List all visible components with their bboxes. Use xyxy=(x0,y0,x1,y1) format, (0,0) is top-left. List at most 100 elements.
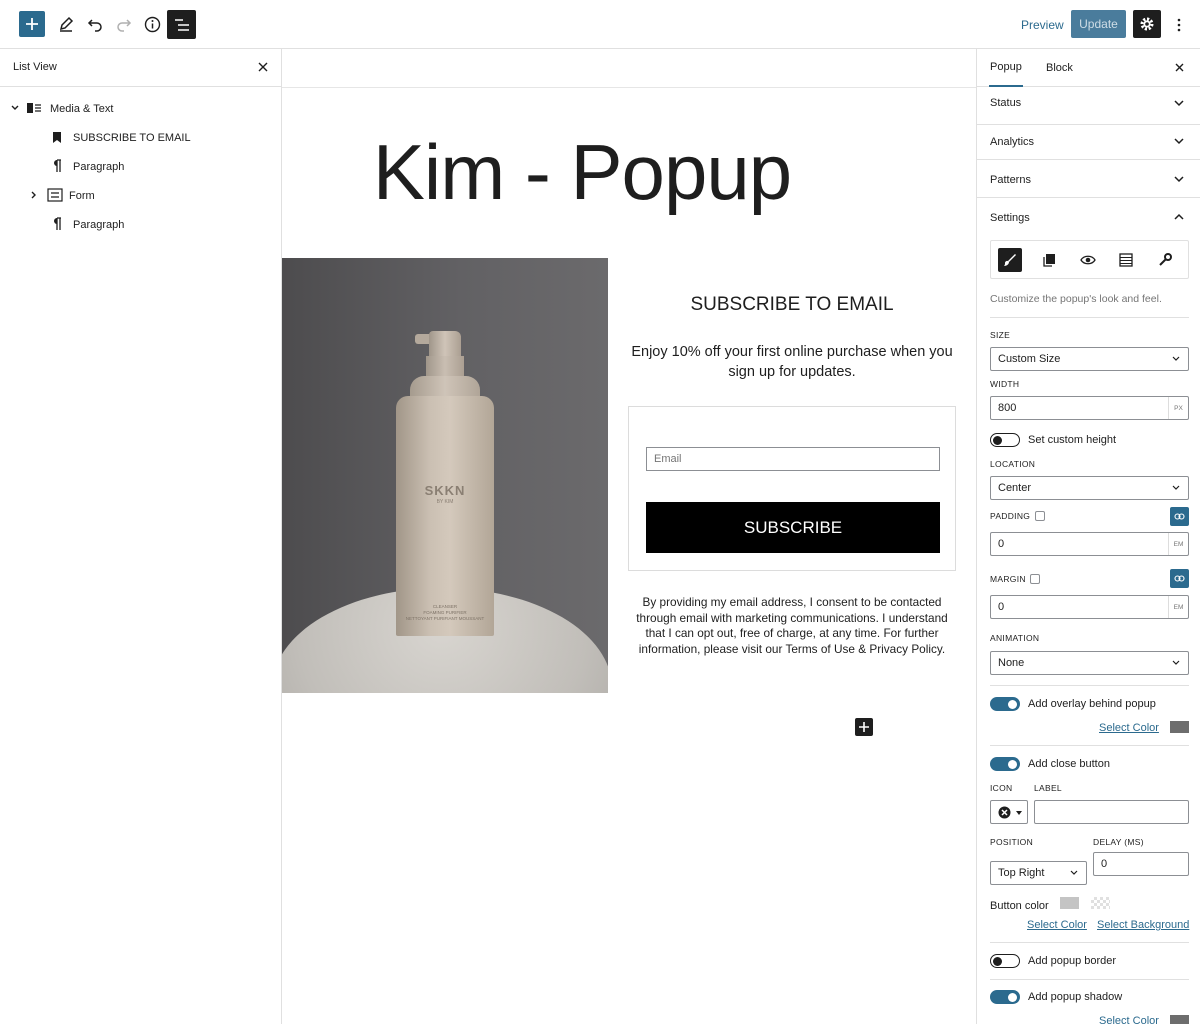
chevron-down-icon[interactable] xyxy=(11,105,19,111)
custom-height-toggle[interactable] xyxy=(990,433,1020,447)
brush-icon xyxy=(1004,254,1016,266)
margin-input[interactable]: 0 EM xyxy=(990,595,1189,619)
position-select[interactable]: Top Right xyxy=(990,861,1087,885)
panel-patterns[interactable]: Patterns xyxy=(977,160,1200,198)
location-select[interactable]: Center xyxy=(990,476,1189,500)
size-select[interactable]: Custom Size xyxy=(990,347,1189,371)
location-label: LOCATION xyxy=(990,459,1036,469)
list-item-label: Paragraph xyxy=(73,218,125,231)
tab-popup[interactable]: Popup xyxy=(989,49,1023,87)
visibility-tab[interactable] xyxy=(1076,248,1100,272)
preview-button[interactable]: Preview xyxy=(1012,12,1073,38)
details-button[interactable] xyxy=(138,10,166,38)
close-icon[interactable] xyxy=(256,60,270,74)
panel-title: Patterns xyxy=(990,174,1031,186)
margin-sides-icon[interactable] xyxy=(1030,574,1040,584)
button-select-background-link[interactable]: Select Background xyxy=(1097,919,1189,931)
padding-value: 0 xyxy=(998,538,1005,550)
product-image[interactable]: SKKN BY KIM CLEANSER FOAMING PURIFIER NE… xyxy=(282,258,608,693)
settings-button[interactable] xyxy=(1133,10,1161,38)
padding-sides-icon[interactable] xyxy=(1035,511,1045,521)
settings-description: Customize the popup's look and feel. xyxy=(990,293,1162,305)
delay-input[interactable]: 0 xyxy=(1093,852,1189,876)
info-icon xyxy=(144,16,160,32)
size-value: Custom Size xyxy=(998,353,1061,365)
divider xyxy=(990,317,1189,318)
close-circle-icon xyxy=(998,806,1011,819)
border-toggle[interactable] xyxy=(990,954,1020,968)
subscribe-description[interactable]: Enjoy 10% off your first online purchase… xyxy=(628,342,956,382)
button-select-color-link[interactable]: Select Color xyxy=(1027,919,1087,931)
plus-icon xyxy=(26,18,38,30)
subscribe-button[interactable]: SUBSCRIBE xyxy=(646,502,940,553)
list-item-paragraph[interactable]: Paragraph xyxy=(0,152,281,181)
update-button[interactable]: Update xyxy=(1071,10,1126,38)
advanced-tab[interactable] xyxy=(1153,248,1177,272)
list-item-paragraph[interactable]: Paragraph xyxy=(0,210,281,239)
panel-settings[interactable]: Settings xyxy=(977,198,1200,236)
button-color-swatch[interactable] xyxy=(1060,897,1079,909)
overlay-color-swatch[interactable] xyxy=(1170,721,1189,733)
shadow-color-swatch[interactable] xyxy=(1170,1015,1189,1024)
margin-link-button[interactable] xyxy=(1170,569,1189,588)
overlay-toggle[interactable] xyxy=(990,697,1020,711)
list-view-title: List View xyxy=(13,61,57,73)
close-label-input[interactable] xyxy=(1034,800,1189,824)
margin-label: MARGIN xyxy=(990,574,1026,584)
media-text-icon xyxy=(27,103,41,113)
tab-block[interactable]: Block xyxy=(1046,49,1073,87)
list-item-subscribe-heading[interactable]: SUBSCRIBE TO EMAIL xyxy=(0,123,281,152)
subscribe-heading[interactable]: SUBSCRIBE TO EMAIL xyxy=(628,294,956,316)
canvas-divider xyxy=(282,87,976,88)
margin-unit[interactable]: EM xyxy=(1168,596,1188,618)
panel-status[interactable]: Status xyxy=(977,87,1200,125)
width-input[interactable]: 800 PX xyxy=(990,396,1189,420)
bottle-brand: SKKN xyxy=(424,483,466,498)
chevron-right-icon[interactable] xyxy=(31,191,37,199)
overlay-label: Add overlay behind popup xyxy=(1028,698,1156,710)
add-block-inline-button[interactable] xyxy=(855,718,873,736)
list-item-form[interactable]: Form xyxy=(0,181,281,210)
position-value: Top Right xyxy=(998,867,1045,879)
undo-button[interactable] xyxy=(81,10,109,38)
consent-text[interactable]: By providing my email address, I consent… xyxy=(628,595,956,658)
bottle-brand-sub: BY KIM xyxy=(436,499,454,505)
divider xyxy=(990,745,1189,746)
padding-unit[interactable]: EM xyxy=(1168,533,1188,555)
pencil-icon xyxy=(59,16,74,32)
content-tab[interactable] xyxy=(1037,248,1061,272)
chevron-down-icon xyxy=(1172,660,1180,665)
subscribe-form[interactable]: Email SUBSCRIBE xyxy=(628,406,956,571)
email-field[interactable]: Email xyxy=(646,447,940,471)
shadow-select-color-link[interactable]: Select Color xyxy=(1099,1015,1159,1024)
padding-link-button[interactable] xyxy=(1170,507,1189,526)
list-view-button[interactable] xyxy=(167,10,196,39)
plus-icon xyxy=(859,722,869,732)
border-label: Add popup border xyxy=(1028,955,1117,967)
button-background-swatch[interactable] xyxy=(1091,897,1110,909)
close-icon-picker[interactable] xyxy=(990,800,1028,824)
custom-height-label: Set custom height xyxy=(1028,434,1117,446)
list-item-media-text[interactable]: Media & Text xyxy=(0,94,281,123)
targeting-tab[interactable] xyxy=(1114,248,1138,272)
kebab-icon xyxy=(1177,18,1181,32)
panel-analytics[interactable]: Analytics xyxy=(977,122,1200,160)
redo-button[interactable] xyxy=(110,10,138,38)
page-title[interactable]: Kim - Popup xyxy=(282,127,882,218)
more-options-button[interactable] xyxy=(1170,12,1188,38)
icon-label: ICON xyxy=(990,783,1013,793)
padding-input[interactable]: 0 EM xyxy=(990,532,1189,556)
width-unit[interactable]: PX xyxy=(1168,397,1188,419)
shadow-toggle[interactable] xyxy=(990,990,1020,1004)
chevron-up-icon xyxy=(1174,213,1184,220)
sidebar-tabs: Popup Block xyxy=(977,49,1200,87)
tools-button[interactable] xyxy=(52,10,80,38)
add-block-button[interactable] xyxy=(19,11,45,37)
close-icon[interactable] xyxy=(1173,61,1186,74)
animation-select[interactable]: None xyxy=(990,651,1189,675)
list-item-label: Paragraph xyxy=(73,160,125,173)
chevron-down-icon xyxy=(1172,356,1180,361)
close-button-toggle[interactable] xyxy=(990,757,1020,771)
style-tab[interactable] xyxy=(998,248,1022,272)
overlay-select-color-link[interactable]: Select Color xyxy=(1099,722,1159,734)
